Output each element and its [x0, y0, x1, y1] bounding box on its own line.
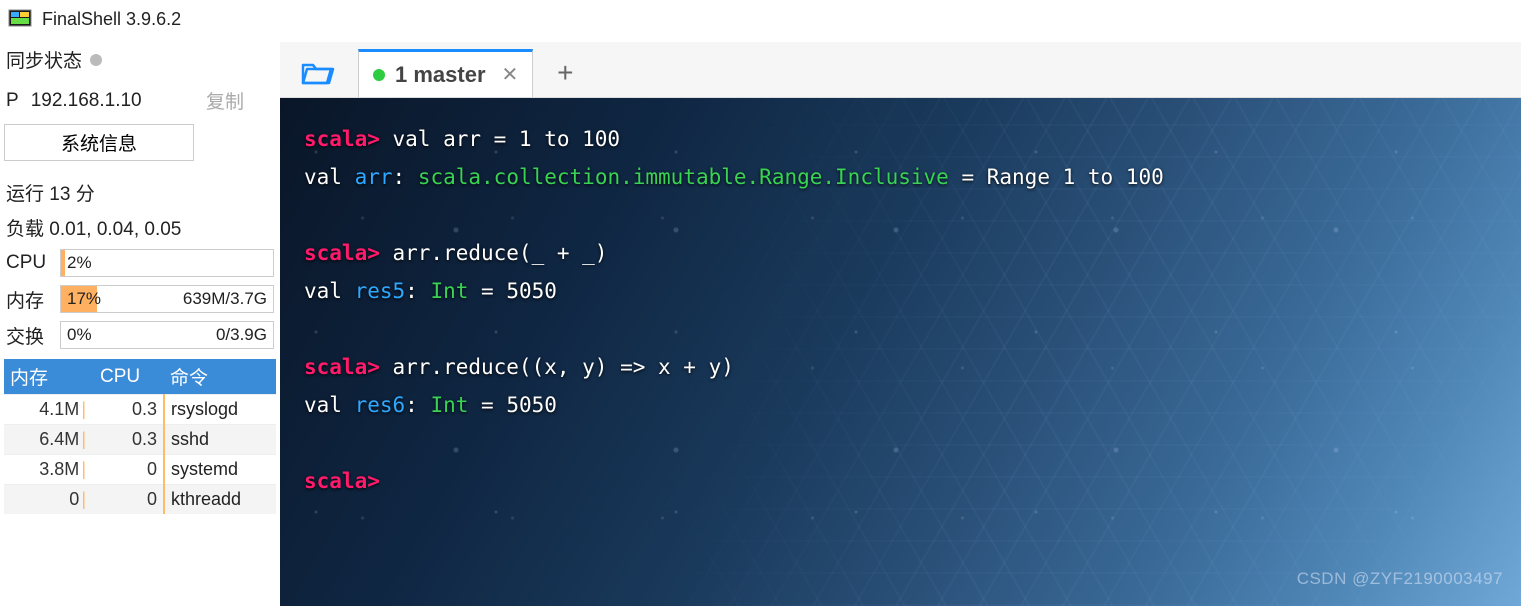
proc-cpu: 0 — [94, 455, 164, 485]
process-table: 内存 CPU 命令 4.1M|0.3rsyslogd6.4M|0.3sshd3.… — [4, 359, 276, 514]
app-icon — [8, 7, 32, 31]
watermark: CSDN @ZYF2190003497 — [1297, 560, 1503, 598]
connection-status-dot-icon — [373, 69, 385, 81]
open-folder-button[interactable] — [290, 49, 346, 97]
load-value: 0.01, 0.04, 0.05 — [49, 219, 181, 240]
terminal-line: scala> — [304, 462, 1497, 500]
proc-cpu: 0.3 — [94, 395, 164, 425]
tab-bar: 1 master ✕ + — [280, 42, 1521, 98]
cpu-percent: 2% — [67, 253, 92, 273]
proc-header-cpu[interactable]: CPU — [94, 359, 164, 395]
proc-cmd: kthreadd — [164, 485, 276, 515]
sync-status-label: 同步状态 — [6, 46, 82, 73]
terminal[interactable]: scala> val arr = 1 to 100val arr: scala.… — [280, 98, 1521, 606]
terminal-line: scala> arr.reduce((x, y) => x + y) — [304, 348, 1497, 386]
terminal-line: val res6: Int = 5050 — [304, 386, 1497, 424]
proc-cmd: sshd — [164, 425, 276, 455]
proc-header-mem[interactable]: 内存 — [4, 359, 94, 395]
ip-address: 192.168.1.10 — [31, 90, 142, 112]
uptime-label: 运行 — [6, 184, 44, 205]
terminal-line: val res5: Int = 5050 — [304, 272, 1497, 310]
table-row[interactable]: 6.4M|0.3sshd — [4, 425, 276, 455]
add-tab-button[interactable]: + — [545, 49, 585, 97]
system-info-button[interactable]: 系统信息 — [4, 124, 194, 161]
tab-label: 1 master — [395, 62, 486, 88]
swap-extra: 0/3.9G — [216, 325, 267, 345]
tab-master[interactable]: 1 master ✕ — [358, 49, 533, 97]
uptime-value: 13 分 — [49, 184, 94, 205]
cpu-meter: 2% — [60, 249, 274, 277]
mem-label: 内存 — [6, 286, 54, 313]
terminal-line: scala> val arr = 1 to 100 — [304, 120, 1497, 158]
swap-label: 交换 — [6, 322, 54, 349]
cpu-label: CPU — [6, 252, 54, 274]
table-row[interactable]: 4.1M|0.3rsyslogd — [4, 395, 276, 425]
table-row[interactable]: 0|0kthreadd — [4, 485, 276, 515]
copy-button[interactable]: 复制 — [206, 87, 274, 114]
swap-percent: 0% — [67, 325, 92, 345]
close-tab-icon[interactable]: ✕ — [496, 62, 519, 87]
proc-cmd: rsyslogd — [164, 395, 276, 425]
terminal-line: scala> arr.reduce(_ + _) — [304, 234, 1497, 272]
sync-status-dot-icon — [90, 54, 102, 66]
proc-header-cmd[interactable]: 命令 — [164, 359, 276, 395]
table-row[interactable]: 3.8M|0systemd — [4, 455, 276, 485]
sidebar: 同步状态 P 192.168.1.10 复制 系统信息 运行 13 分 负载 0… — [0, 42, 280, 606]
mem-meter: 17% 639M/3.7G — [60, 285, 274, 313]
swap-meter: 0% 0/3.9G — [60, 321, 274, 349]
terminal-line: val arr: scala.collection.immutable.Rang… — [304, 158, 1497, 196]
proc-cmd: systemd — [164, 455, 276, 485]
load-label: 负载 — [6, 219, 44, 240]
ip-prefix-label: P — [6, 90, 19, 112]
app-title: FinalShell 3.9.6.2 — [42, 9, 181, 30]
proc-mem: 0| — [4, 485, 94, 515]
proc-mem: 3.8M| — [4, 455, 94, 485]
proc-cpu: 0.3 — [94, 425, 164, 455]
proc-mem: 4.1M| — [4, 395, 94, 425]
mem-extra: 639M/3.7G — [183, 289, 267, 309]
mem-percent: 17% — [67, 289, 101, 309]
proc-mem: 6.4M| — [4, 425, 94, 455]
proc-cpu: 0 — [94, 485, 164, 515]
